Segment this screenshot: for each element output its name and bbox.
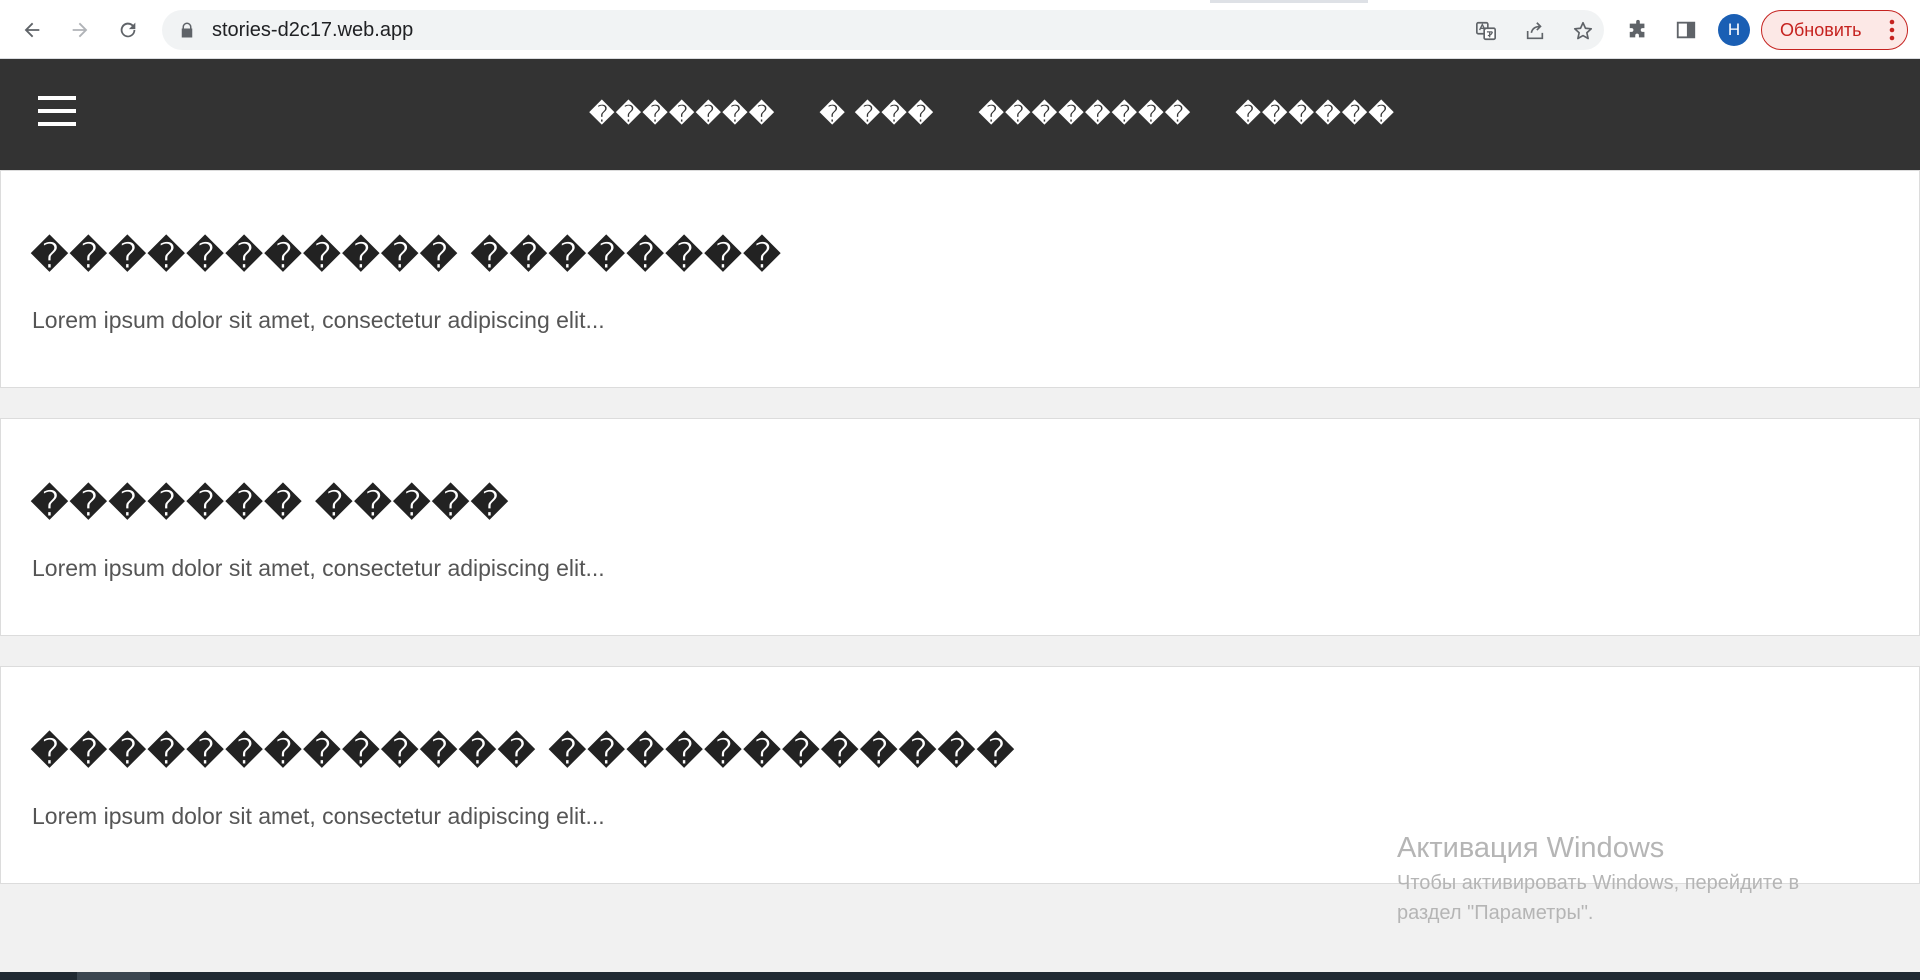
- update-label: Обновить: [1780, 19, 1862, 40]
- bookmark-button[interactable]: [1571, 19, 1595, 43]
- active-tab-edge: [0, 0, 1210, 3]
- share-button[interactable]: [1523, 19, 1547, 43]
- address-bar[interactable]: stories-d2c17.web.app: [162, 10, 1604, 50]
- back-icon: [24, 22, 40, 38]
- site-nav: ������� � ��� �������� ������: [0, 59, 1920, 170]
- reload-icon: [120, 22, 136, 38]
- nav-link-1[interactable]: �������: [590, 59, 776, 170]
- watermark-title: Активация Windows: [1397, 832, 1665, 864]
- story-title[interactable]: ������� �����: [31, 483, 510, 525]
- story-excerpt: Lorem ipsum dolor sit amet, consectetur …: [32, 307, 605, 333]
- url-text[interactable]: stories-d2c17.web.app: [212, 10, 413, 50]
- profile-avatar[interactable]: Н: [1718, 14, 1750, 46]
- story-title[interactable]: ������������� ������������: [31, 731, 1016, 773]
- story-card[interactable]: ������� ����� Lorem ipsum dolor sit amet…: [0, 418, 1920, 636]
- story-excerpt: Lorem ipsum dolor sit amet, consectetur …: [32, 803, 605, 829]
- story-card[interactable]: ����������� �������� Lorem ipsum dolor s…: [0, 170, 1920, 388]
- windows-activation-watermark: Активация Windows Чтобы активировать Win…: [1397, 828, 1897, 928]
- translate-icon: [1476, 21, 1496, 41]
- story-excerpt: Lorem ipsum dolor sit amet, consectetur …: [32, 555, 605, 581]
- taskbar-active-item[interactable]: [77, 972, 150, 980]
- more-icon[interactable]: [1889, 19, 1895, 41]
- side-panel-button[interactable]: [1668, 12, 1704, 48]
- story-list: ����������� �������� Lorem ipsum dolor s…: [0, 170, 1920, 914]
- extensions-button[interactable]: [1620, 12, 1656, 48]
- share-icon: [1526, 22, 1544, 40]
- browser-toolbar: stories-d2c17.web.app Н Обновить: [0, 0, 1920, 59]
- taskbar: [0, 972, 1920, 980]
- translate-button[interactable]: [1474, 19, 1498, 43]
- tab-strip: [0, 0, 1920, 3]
- site-header: ������� � ��� �������� ������: [0, 59, 1920, 170]
- forward-button[interactable]: [62, 12, 98, 48]
- watermark-line: Чтобы активировать Windows, перейдите в: [1397, 872, 1800, 894]
- nav-link-4[interactable]: ������: [1236, 59, 1396, 170]
- update-button[interactable]: Обновить: [1761, 10, 1908, 50]
- star-icon: [1573, 21, 1593, 40]
- watermark-line: раздел "Параметры".: [1397, 902, 1594, 924]
- side-panel-icon: [1676, 21, 1696, 39]
- lock-icon[interactable]: [178, 21, 196, 39]
- nav-link-3[interactable]: ��������: [979, 59, 1192, 170]
- extensions-icon: [1629, 19, 1645, 38]
- story-title[interactable]: ����������� ��������: [31, 235, 782, 277]
- inactive-tab-edge: [1368, 0, 1920, 3]
- reload-button[interactable]: [110, 12, 146, 48]
- forward-icon: [72, 22, 88, 38]
- nav-link-2[interactable]: � ���: [820, 59, 935, 170]
- back-button[interactable]: [14, 12, 50, 48]
